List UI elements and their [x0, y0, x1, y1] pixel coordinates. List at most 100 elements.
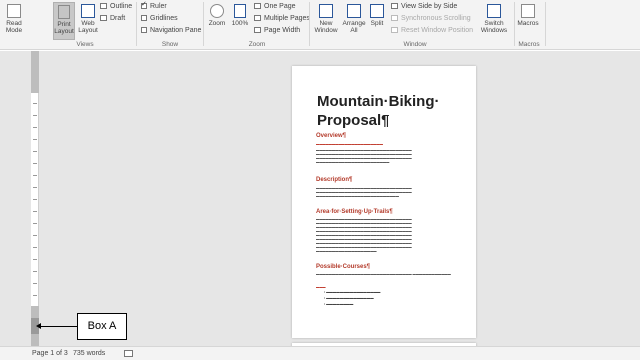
- gridlines-checkbox[interactable]: Gridlines: [141, 15, 178, 23]
- multiple-pages-button[interactable]: Multiple Pages: [254, 15, 310, 23]
- ruler-tick: [33, 199, 37, 200]
- arrange-all-label: Arrange All: [342, 20, 366, 34]
- ruler-tick: [33, 247, 37, 248]
- new-window-icon: [319, 4, 333, 18]
- read-mode-icon: [7, 4, 21, 18]
- callout-line: [40, 326, 77, 327]
- outline-button[interactable]: Outline: [100, 3, 132, 11]
- macros-button[interactable]: Macros: [516, 4, 540, 27]
- zoom-100-button[interactable]: 100%: [229, 4, 251, 27]
- draft-button[interactable]: Draft: [100, 15, 125, 23]
- window-group-label: Window: [403, 41, 427, 48]
- ruler-tick: [33, 235, 37, 236]
- navigation-pane-checkbox[interactable]: Navigation Pane: [141, 27, 201, 35]
- description-paragraph: ▬▬▬▬▬▬▬▬▬▬▬▬▬▬▬▬▬▬▬▬▬▬▬▬▬▬▬▬▬▬ ▬▬▬▬▬▬▬▬▬…: [316, 186, 412, 198]
- ruler-tick: [33, 211, 37, 212]
- reset-window-position-button[interactable]: Reset Window Position: [391, 27, 473, 35]
- gridlines-check-icon: [141, 15, 147, 22]
- views-group-label: Views: [76, 41, 94, 48]
- ruler-tick: [33, 259, 37, 260]
- zoom-button[interactable]: Zoom: [206, 4, 228, 27]
- reset-window-position-label: Reset Window Position: [401, 27, 473, 34]
- overview-paragraph: ▬▬▬▬▬▬▬▬▬▬▬▬▬▬▬▬▬▬▬▬▬▬▬▬▬▬▬▬▬▬ ▬▬▬▬▬▬▬▬▬…: [316, 148, 412, 164]
- courses-paragraph: ▬▬▬▬▬▬▬▬▬▬▬▬▬▬▬▬▬▬▬▬▬▬▬▬▬▬▬▬▬▬ ▬▬▬▬▬▬▬▬▬…: [316, 272, 451, 276]
- ruler-tick: [33, 115, 37, 116]
- multiple-pages-label: Multiple Pages: [264, 15, 310, 22]
- heading-area: Area·for·Setting·Up·Trails¶: [316, 209, 393, 215]
- page-count-status[interactable]: Page 1 of 3: [32, 347, 68, 360]
- zoom-100-label: 100%: [231, 20, 249, 27]
- ruler-tick: [33, 127, 37, 128]
- proofing-icon[interactable]: [124, 350, 133, 357]
- heading-description: Description¶: [316, 177, 353, 183]
- new-window-button[interactable]: New Window: [312, 4, 340, 34]
- synchronous-scrolling-button[interactable]: Synchronous Scrolling: [391, 15, 471, 23]
- ruler-tick: [33, 295, 37, 296]
- magnifier-icon: [210, 4, 224, 18]
- macros-icon: [521, 4, 535, 18]
- zoom-label: Zoom: [208, 20, 226, 27]
- vertical-ruler[interactable]: [31, 51, 39, 346]
- separator: [545, 2, 546, 46]
- read-mode-label: Read Mode: [5, 20, 23, 34]
- separator: [309, 2, 310, 46]
- ruler-checkbox[interactable]: Ruler: [141, 1, 167, 11]
- print-layout-button[interactable]: Print Layout: [53, 2, 75, 40]
- arrange-all-icon: [347, 4, 361, 18]
- read-mode-button[interactable]: Read Mode: [2, 4, 26, 34]
- switch-windows-button[interactable]: Switch Windows: [478, 4, 510, 34]
- view-side-by-side-button[interactable]: View Side by Side: [391, 3, 457, 11]
- navigation-pane-label: Navigation Pane: [150, 27, 202, 34]
- web-layout-icon: [81, 4, 95, 18]
- navigation-check-icon: [141, 27, 147, 34]
- split-button[interactable]: Split: [367, 4, 387, 27]
- reset-window-icon: [391, 27, 398, 34]
- heading-courses: Possible·Courses¶: [316, 264, 371, 270]
- web-layout-button[interactable]: Web Layout: [77, 4, 99, 34]
- draft-icon: [100, 15, 107, 22]
- ruler-tick: [33, 283, 37, 284]
- ruler-tick: [33, 163, 37, 164]
- switch-windows-icon: [487, 4, 501, 18]
- ruler-margin-top: [31, 51, 39, 93]
- ruler-check-icon: [141, 1, 147, 10]
- zoom-group-label: Zoom: [248, 41, 266, 48]
- bullet-item: • ▬▬▬▬▬▬▬▬▬▬▬▬▬▬: [324, 296, 374, 300]
- one-page-button[interactable]: One Page: [254, 3, 296, 11]
- document-page[interactable]: Mountain·Biking· Proposal¶ Overview¶ ▬▬▬…: [292, 66, 476, 338]
- area-paragraph: ▬▬▬▬▬▬▬▬▬▬▬▬▬▬▬▬▬▬▬▬▬▬▬▬▬▬▬▬▬▬ ▬▬▬▬▬▬▬▬▬…: [316, 217, 412, 253]
- side-by-side-icon: [391, 3, 398, 10]
- one-page-icon: [254, 3, 261, 10]
- ruler-tick: [33, 139, 37, 140]
- status-bar: Page 1 of 3 735 words: [0, 346, 640, 360]
- show-group-label: Show: [161, 41, 179, 48]
- web-layout-label: Web Layout: [78, 20, 98, 34]
- page-width-button[interactable]: Page Width: [254, 27, 300, 35]
- bullet-item: • ▬▬▬▬▬▬▬▬▬▬▬▬▬▬▬▬: [324, 290, 381, 294]
- ruler-tick: [33, 223, 37, 224]
- split-icon: [370, 4, 384, 18]
- document-title: Mountain·Biking· Proposal¶: [317, 93, 440, 129]
- ruler-tick: [33, 271, 37, 272]
- arrange-all-button[interactable]: Arrange All: [342, 4, 366, 34]
- draft-label: Draft: [110, 15, 126, 22]
- ruler-tick: [33, 103, 37, 104]
- ruler-tick: [33, 187, 37, 188]
- new-window-label: New Window: [314, 20, 338, 34]
- one-page-label: One Page: [264, 3, 296, 10]
- word-count-status[interactable]: 735 words: [73, 347, 105, 360]
- multiple-pages-icon: [254, 15, 261, 22]
- page-width-label: Page Width: [264, 27, 301, 34]
- ruler-tick: [33, 175, 37, 176]
- macros-label: Macros: [517, 20, 539, 27]
- list-heading-line: ▬▬▬: [316, 285, 326, 289]
- print-layout-label: Print Layout: [54, 21, 74, 35]
- outline-icon: [100, 3, 107, 10]
- view-side-by-side-label: View Side by Side: [401, 3, 458, 10]
- macros-group-label: Macros: [518, 41, 540, 48]
- page-width-icon: [254, 27, 261, 34]
- print-layout-icon: [58, 5, 70, 19]
- hundred-percent-icon: [234, 4, 246, 18]
- separator: [514, 2, 515, 46]
- ruler-tick: [33, 151, 37, 152]
